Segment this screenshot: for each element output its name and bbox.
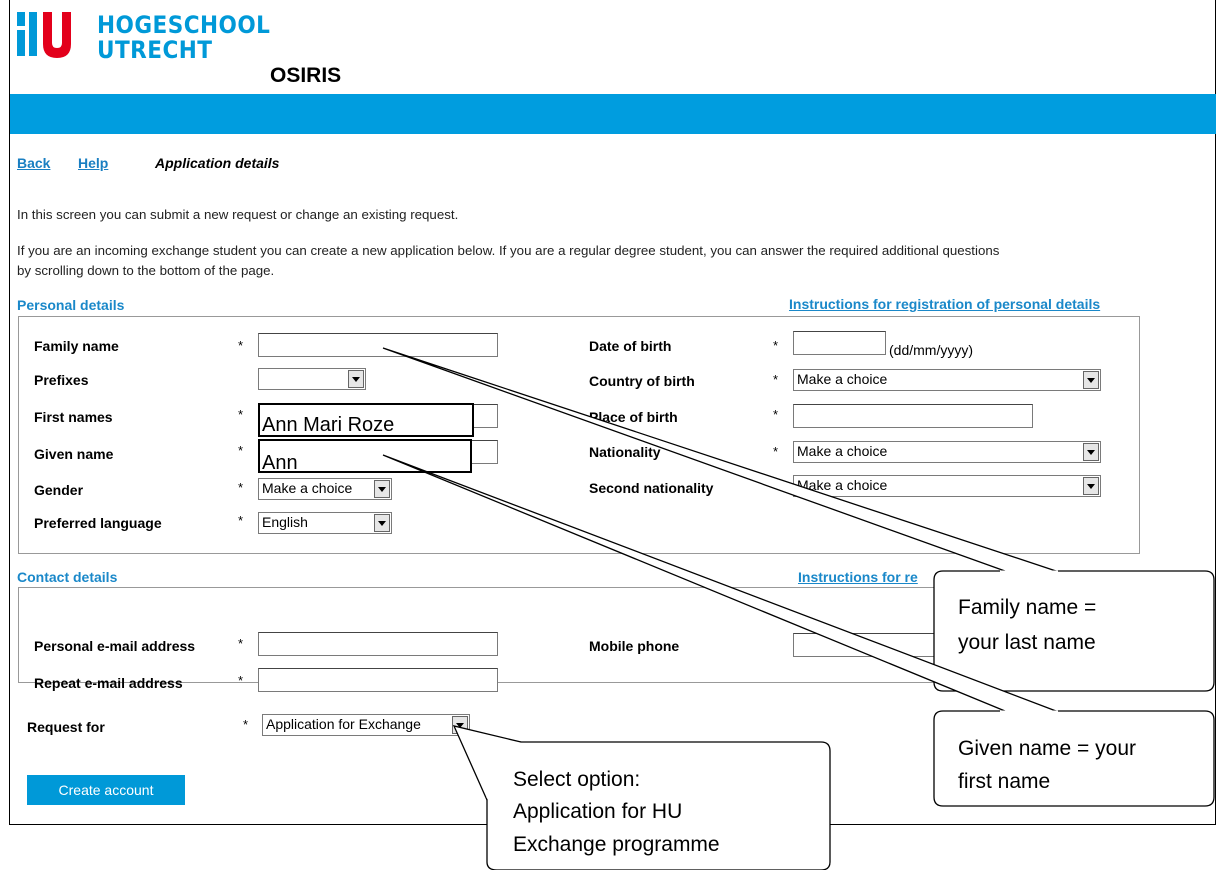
family-callout-line1: Family name = — [958, 596, 1097, 619]
family-callout-line2: your last name — [958, 631, 1096, 654]
given-callout-line1: Given name = your — [958, 737, 1137, 760]
select-callout-line1: Select option: — [513, 768, 641, 791]
select-callout-line2: Application for HU — [513, 800, 683, 823]
select-callout-line3: Exchange programme — [513, 833, 720, 856]
given-callout-line2: first name — [958, 770, 1051, 793]
